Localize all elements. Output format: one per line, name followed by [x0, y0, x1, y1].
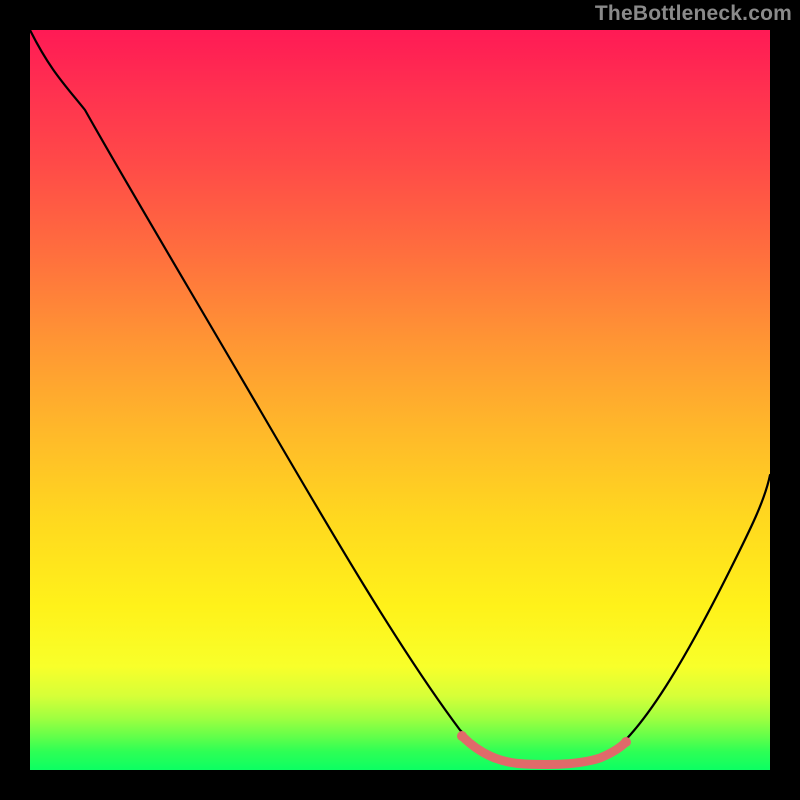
- curve-overlay: [30, 30, 770, 770]
- bottleneck-curve-line: [30, 30, 770, 765]
- valley-marker-start-dot: [457, 731, 467, 741]
- chart-stage: TheBottleneck.com: [0, 0, 800, 800]
- valley-marker-mid-dot: [566, 760, 574, 768]
- valley-marker-line: [462, 736, 626, 764]
- watermark-text: TheBottleneck.com: [595, 2, 792, 26]
- valley-marker-end-dot: [621, 737, 631, 747]
- plot-area: [30, 30, 770, 770]
